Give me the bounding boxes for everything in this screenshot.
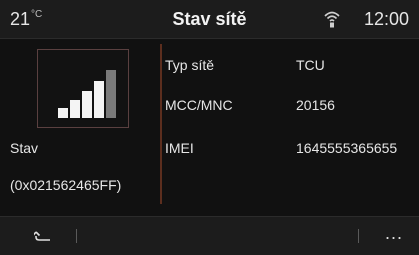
info-row-value: TCU	[296, 57, 325, 73]
info-row-value: 20156	[296, 97, 335, 113]
signal-bar	[82, 91, 92, 118]
back-button[interactable]	[30, 225, 56, 247]
signal-strength-icon	[37, 49, 129, 128]
info-row-label: IMEI	[165, 140, 194, 156]
signal-bar	[70, 100, 80, 118]
signal-bar	[94, 81, 104, 118]
info-row-label: Typ sítě	[165, 57, 215, 73]
signal-bar-inactive	[106, 70, 116, 118]
header-bar: 21°C Stav sítě 12:00	[0, 0, 419, 39]
status-value: (0x021562465FF)	[10, 177, 122, 193]
signal-bar	[58, 108, 68, 118]
bottom-separator	[76, 229, 77, 243]
back-arrow-icon	[34, 231, 50, 241]
network-status-screen: 21°C Stav sítě 12:00 Stav (0x021562465FF…	[0, 0, 419, 255]
status-label: Stav	[10, 140, 39, 156]
clock: 12:00	[363, 9, 409, 29]
info-row-value: 1645555365655	[296, 140, 398, 156]
more-options-button[interactable]: ...	[385, 223, 403, 244]
bottom-bar: ...	[0, 216, 419, 255]
signal-broadcast-icon	[322, 9, 342, 29]
panel-divider	[160, 44, 162, 204]
page-title: Stav sítě	[172, 9, 247, 29]
info-row-label: MCC/MNC	[165, 97, 233, 113]
bottom-separator	[358, 229, 359, 243]
